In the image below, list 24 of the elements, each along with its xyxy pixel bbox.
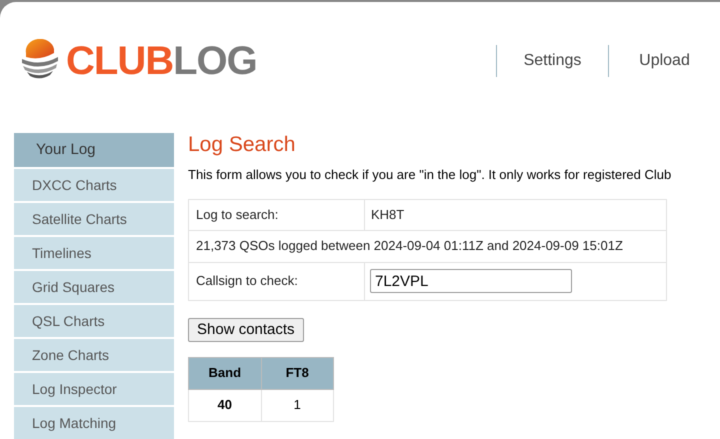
callsign-input[interactable]: 7L2VPL xyxy=(370,269,572,293)
column-header: Band xyxy=(188,357,262,389)
table-cell: 21,373 QSOs logged between 2024-09-04 01:11Z and 2024-09-09 15:01Z xyxy=(188,230,666,262)
logo-wordmark[interactable]: CLUBLOG xyxy=(66,41,257,81)
sidebar-item[interactable]: Grid Squares xyxy=(14,271,174,303)
show-contacts-button[interactable]: Show contacts xyxy=(188,318,304,342)
table-cell: Log to search: xyxy=(188,199,364,230)
sidebar-item[interactable]: QSL Charts xyxy=(14,305,174,337)
page-title: Log Search xyxy=(188,134,296,155)
table-cell: 40 xyxy=(188,389,262,421)
table-cell: 1 xyxy=(261,389,334,421)
column-header: FT8 xyxy=(261,357,334,389)
sidebar-item[interactable]: Zone Charts xyxy=(14,339,174,371)
intro-text: This form allows you to check if you are "in the log". It only works for registered Club xyxy=(188,166,672,184)
table-cell: Callsign to check: xyxy=(188,262,364,300)
sidebar-item[interactable]: Timelines xyxy=(14,237,174,269)
sidebar-item[interactable]: Satellite Charts xyxy=(14,203,174,235)
nav-link[interactable]: Upload xyxy=(608,45,720,77)
sidebar-item[interactable]: DXCC Charts xyxy=(14,169,174,201)
sidebar-item[interactable]: Your Log xyxy=(14,133,174,167)
table-cell: KH8T xyxy=(364,199,666,230)
sidebar-item[interactable]: Log Matching xyxy=(14,407,174,439)
sidebar-item[interactable]: Log Inspector xyxy=(14,373,174,405)
nav-link[interactable]: Settings xyxy=(496,45,608,77)
